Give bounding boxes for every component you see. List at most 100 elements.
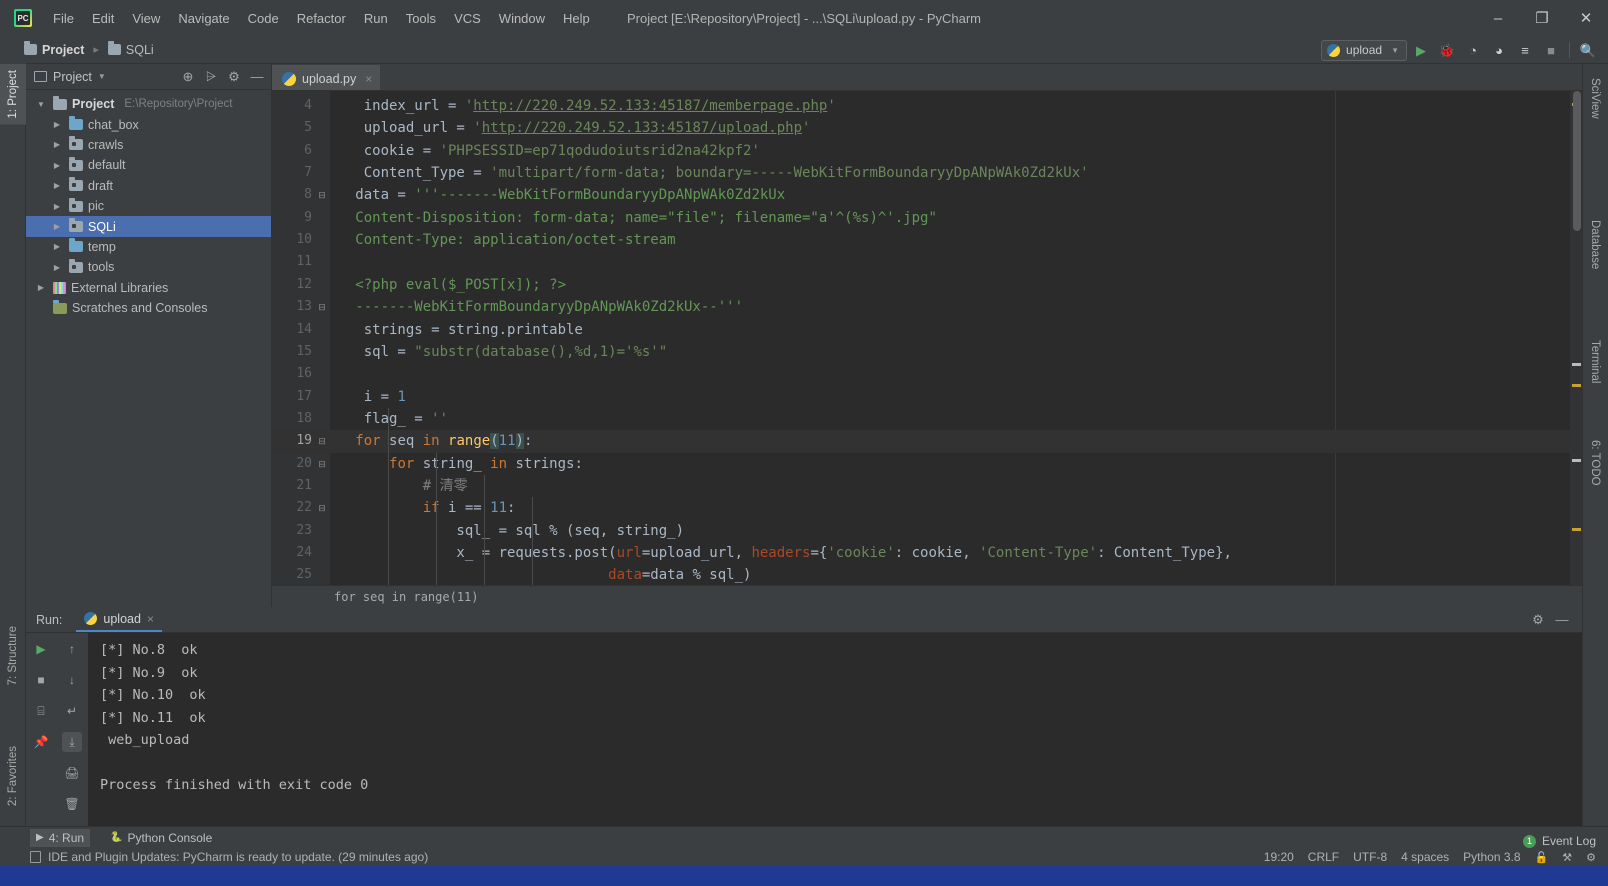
- scroll-to-end-button[interactable]: ⤓: [62, 732, 82, 752]
- event-log-button[interactable]: 1 Event Log: [1522, 834, 1596, 848]
- locate-icon[interactable]: ⊕: [178, 67, 198, 87]
- collapse-all-icon[interactable]: ⩥: [201, 67, 221, 87]
- code-folding-toggle[interactable]: ⊟: [316, 430, 328, 452]
- caret-position-widget[interactable]: 19:20: [1264, 850, 1294, 864]
- debug-button[interactable]: 🐞: [1435, 38, 1459, 62]
- print-layout-button[interactable]: ⌸: [31, 701, 51, 721]
- menu-item-tools[interactable]: Tools: [397, 7, 445, 30]
- tree-node-default[interactable]: ▶ default: [26, 155, 271, 175]
- right-tool-tab-database[interactable]: Database: [1582, 214, 1608, 275]
- indent-widget[interactable]: 4 spaces: [1401, 850, 1449, 864]
- clear-all-button[interactable]: 🗑: [62, 794, 82, 814]
- tree-node-crawls[interactable]: ▶ crawls: [26, 135, 271, 155]
- run-console-output[interactable]: [*] No.8 ok [*] No.9 ok [*] No.10 ok [*] No…: [88, 633, 1582, 858]
- chevron-right-icon[interactable]: ▶: [50, 242, 64, 251]
- right-tool-tab-terminal[interactable]: Terminal: [1582, 334, 1608, 389]
- settings-gear-icon[interactable]: ⚙: [1528, 610, 1548, 630]
- stop-button[interactable]: ■: [31, 670, 51, 690]
- hide-panel-icon[interactable]: —: [1552, 610, 1572, 630]
- chevron-right-icon[interactable]: ▶: [50, 222, 64, 231]
- project-panel-title[interactable]: Project ▼: [34, 70, 106, 84]
- bottom-tab-run[interactable]: ▶ 4: Run: [30, 828, 91, 847]
- tree-node-sqli[interactable]: ▶ SQLi: [26, 216, 271, 237]
- breadcrumb-project[interactable]: Project: [20, 41, 88, 59]
- menu-item-file[interactable]: File: [44, 7, 83, 30]
- menu-item-refactor[interactable]: Refactor: [288, 7, 355, 30]
- warning-marker[interactable]: [1572, 528, 1581, 531]
- tree-node-external-libraries[interactable]: ▶ External Libraries: [26, 278, 271, 298]
- close-tab-icon[interactable]: ×: [365, 72, 372, 86]
- soft-wrap-button[interactable]: ↵: [62, 701, 82, 721]
- menu-item-navigate[interactable]: Navigate: [169, 7, 238, 30]
- tree-node-scratches-and-consoles[interactable]: Scratches and Consoles: [26, 298, 271, 318]
- chevron-right-icon[interactable]: ▶: [50, 140, 64, 149]
- run-configuration-selector[interactable]: upload ▼: [1321, 39, 1407, 61]
- code-folding-toggle[interactable]: ⊟: [316, 296, 328, 318]
- code-token[interactable]: http://220.249.52.133:45187/upload.php: [482, 120, 802, 136]
- hide-panel-icon[interactable]: —: [247, 67, 267, 87]
- close-run-tab-icon[interactable]: ×: [147, 612, 154, 626]
- menu-item-edit[interactable]: Edit: [83, 7, 123, 30]
- profile-button[interactable]: ◕: [1487, 38, 1511, 62]
- interpreter-widget[interactable]: Python 3.8: [1463, 850, 1520, 864]
- chevron-right-icon[interactable]: ▶: [50, 181, 64, 190]
- editor-scrollbar[interactable]: [1570, 91, 1582, 607]
- pin-tab-button[interactable]: 📌: [31, 732, 51, 752]
- bottom-tab-pythonconsole[interactable]: 🐍 Python Console: [104, 829, 218, 847]
- chevron-right-icon[interactable]: ▶: [50, 263, 64, 272]
- minimize-button[interactable]: –: [1476, 0, 1520, 36]
- chevron-right-icon[interactable]: ▶: [34, 283, 48, 292]
- vertical-scroll-thumb[interactable]: [1573, 91, 1581, 231]
- encoding-widget[interactable]: UTF-8: [1353, 850, 1387, 864]
- code-folding-toggle[interactable]: ⊟: [316, 453, 328, 475]
- right-tool-tab-sciview[interactable]: SciView: [1582, 72, 1608, 125]
- tree-node-pic[interactable]: ▶ pic: [26, 196, 271, 216]
- tree-node-temp[interactable]: ▶ temp: [26, 237, 271, 257]
- code-folding-toggle[interactable]: ⊟: [316, 184, 328, 206]
- chevron-down-icon[interactable]: ▼: [34, 100, 48, 109]
- change-marker[interactable]: [1572, 363, 1581, 366]
- rerun-button[interactable]: ▶: [31, 639, 51, 659]
- chevron-right-icon[interactable]: ▶: [50, 202, 64, 211]
- code-folding-toggle[interactable]: ⊟: [316, 497, 328, 519]
- menu-item-code[interactable]: Code: [239, 7, 288, 30]
- run-coverage-button[interactable]: ◔: [1461, 38, 1485, 62]
- tree-node-project[interactable]: ▼ Project E:\Repository\Project: [26, 94, 271, 114]
- chevron-right-icon[interactable]: ▶: [50, 161, 64, 170]
- editor-tab-upload-py[interactable]: upload.py ×: [272, 65, 381, 90]
- print-button[interactable]: 🖨: [62, 763, 82, 783]
- menu-item-help[interactable]: Help: [554, 7, 599, 30]
- settings-gear-icon[interactable]: ⚙: [224, 67, 244, 87]
- code-editor[interactable]: 4 5 6 7 8 ⊟ 9 10 11 12 13 ⊟ 14 15 16 17 18 19 ⊟ 20 ⊟ 21 22 ⊟ 23 2…: [272, 91, 1582, 607]
- change-marker[interactable]: [1572, 459, 1581, 462]
- left-tool-tab-structure[interactable]: 7: Structure: [0, 620, 26, 691]
- editor-gutter[interactable]: 4 5 6 7 8 ⊟ 9 10 11 12 13 ⊟ 14 15 16 17 18 19 ⊟ 20 ⊟ 21 22 ⊟ 23 2…: [272, 91, 330, 607]
- inspection-icon[interactable]: ⚒: [1562, 851, 1572, 864]
- tree-node-draft[interactable]: ▶ draft: [26, 176, 271, 196]
- lock-icon[interactable]: 🔓: [1535, 851, 1549, 864]
- warning-marker[interactable]: [1572, 384, 1581, 387]
- run-tab-upload[interactable]: upload ×: [76, 608, 162, 632]
- code-token[interactable]: http://220.249.52.133:45187/memberpage.p…: [473, 98, 827, 114]
- breadcrumb-sqli[interactable]: SQLi: [104, 41, 158, 59]
- menu-item-vcs[interactable]: VCS: [445, 7, 490, 30]
- search-everywhere-button[interactable]: 🔍: [1576, 38, 1600, 62]
- close-button[interactable]: ✕: [1564, 0, 1608, 36]
- maximize-button[interactable]: ❐: [1520, 0, 1564, 36]
- run-button[interactable]: ▶: [1409, 38, 1433, 62]
- menu-item-view[interactable]: View: [123, 7, 169, 30]
- line-separator-widget[interactable]: CRLF: [1308, 850, 1339, 864]
- stop-button[interactable]: ■: [1539, 38, 1563, 62]
- left-tool-tab-favorites[interactable]: 2: Favorites: [0, 740, 26, 812]
- status-message[interactable]: IDE and Plugin Updates: PyCharm is ready…: [0, 850, 428, 864]
- ide-settings-icon[interactable]: ⚙: [1586, 851, 1596, 864]
- chevron-right-icon[interactable]: ▶: [50, 120, 64, 129]
- up-the-stack-button[interactable]: ↑: [62, 639, 82, 659]
- menu-item-run[interactable]: Run: [355, 7, 397, 30]
- code-content[interactable]: index_url = 'http://220.249.52.133:45187…: [330, 91, 1582, 607]
- run-with-console-button[interactable]: ≡: [1513, 38, 1537, 62]
- down-the-stack-button[interactable]: ↓: [62, 670, 82, 690]
- tree-node-chat_box[interactable]: ▶ chat_box: [26, 114, 271, 134]
- right-tool-tab-todo[interactable]: 6: TODO: [1582, 434, 1608, 492]
- tree-node-tools[interactable]: ▶ tools: [26, 257, 271, 277]
